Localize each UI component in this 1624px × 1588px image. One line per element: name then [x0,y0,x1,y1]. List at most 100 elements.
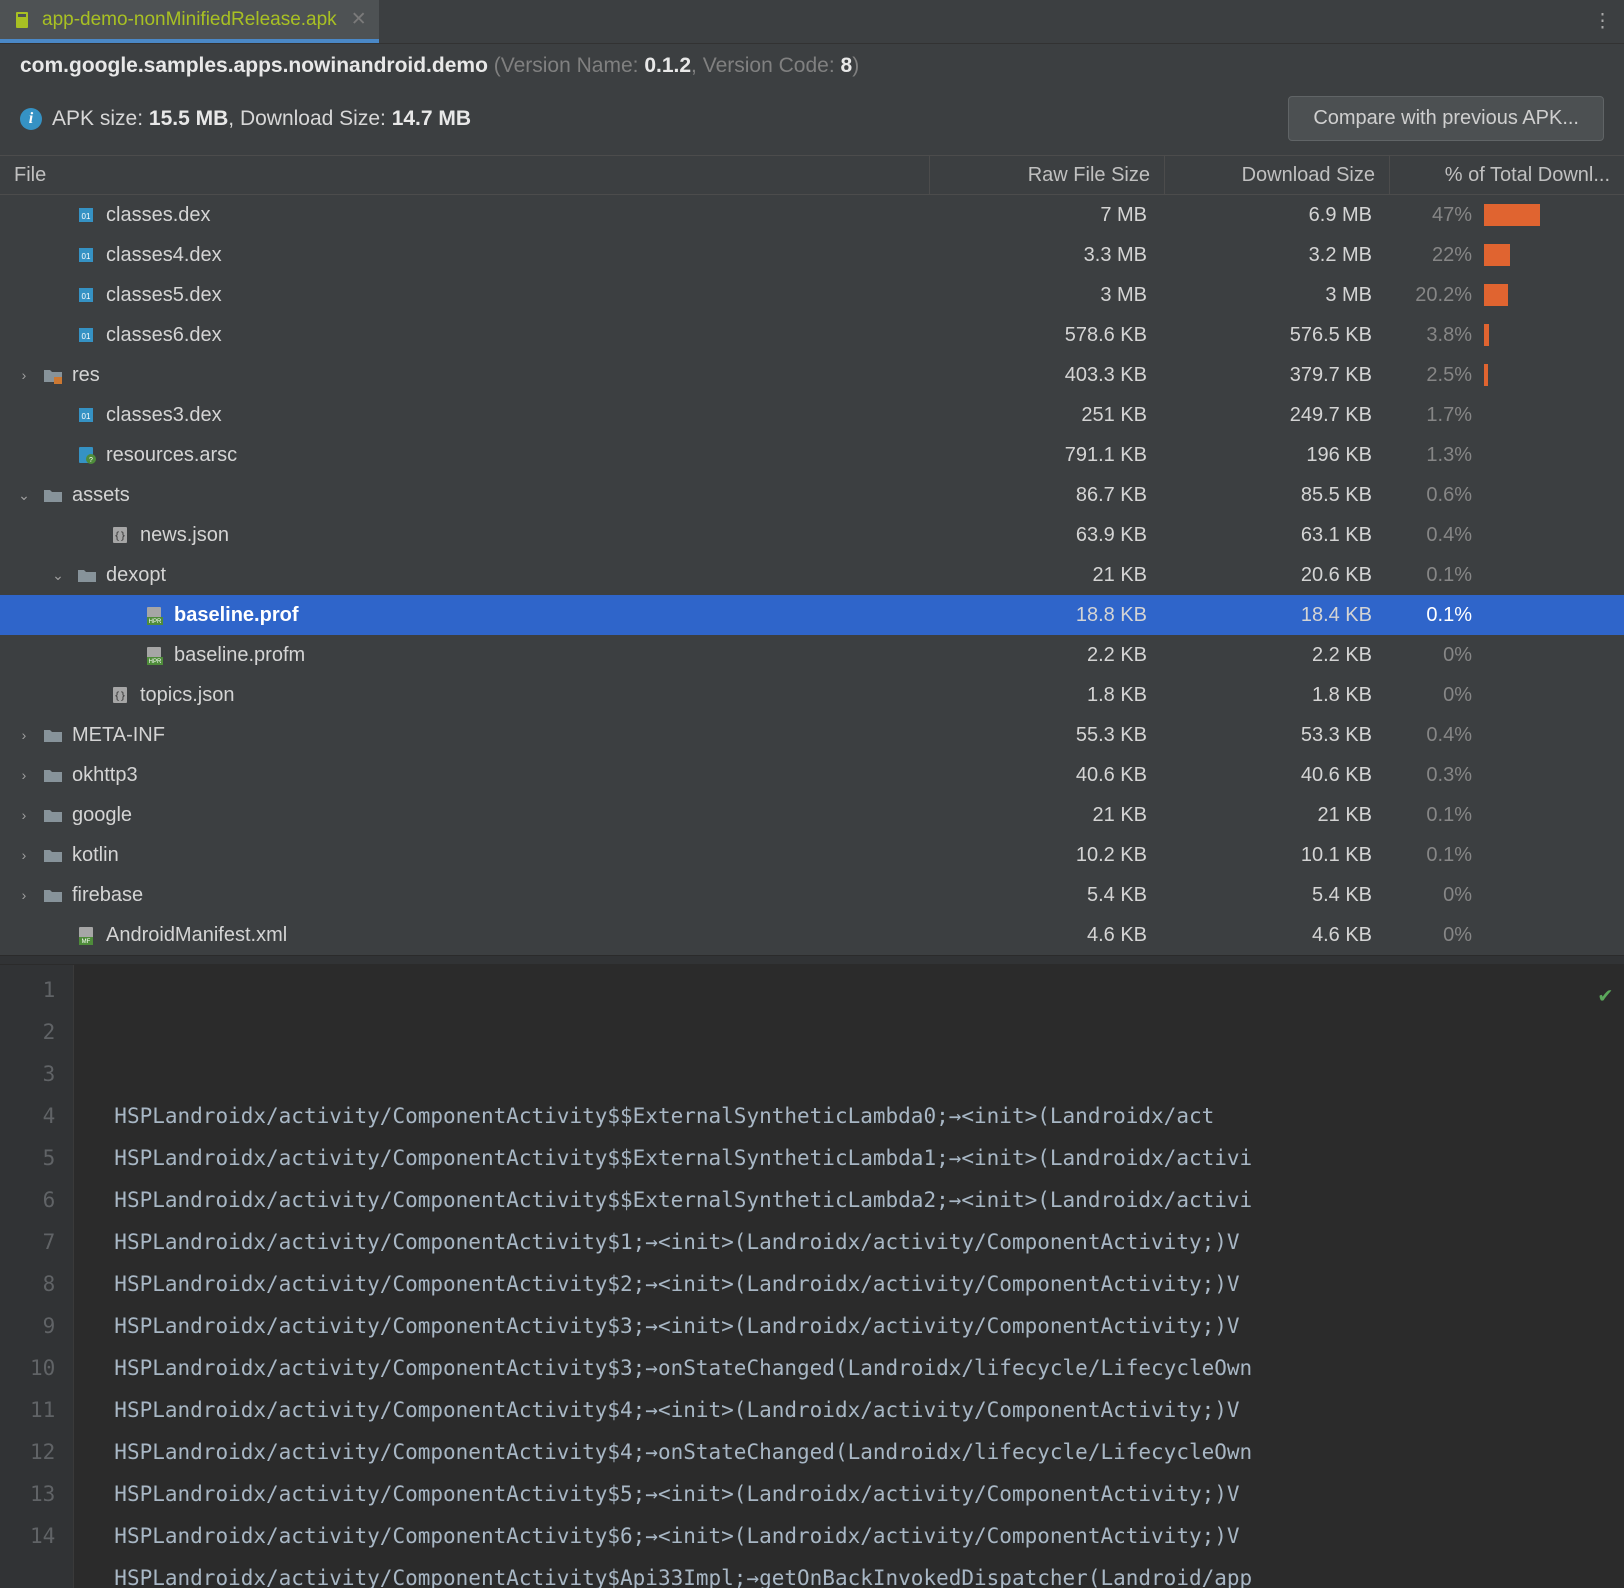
percent: 0.1% [1390,804,1480,827]
file-name: classes4.dex [106,244,222,267]
tree-row[interactable]: 01classes5.dex3 MB3 MB20.2% [0,275,1624,315]
tree-row[interactable]: ?resources.arsc791.1 KB196 KB1.3% [0,435,1624,475]
tree-row[interactable]: HPRbaseline.prof18.8 KB18.4 KB0.1% [0,595,1624,635]
download-size: 3 MB [1165,284,1390,307]
close-icon[interactable]: ✕ [351,8,367,31]
raw-size: 40.6 KB [930,764,1165,787]
line-number: 6 [30,1179,55,1221]
percent: 22% [1390,244,1480,267]
tree-row[interactable]: MFAndroidManifest.xml4.6 KB4.6 KB0% [0,915,1624,955]
svg-text:01: 01 [82,252,91,261]
file-name: META-INF [72,724,165,747]
file-name: assets [72,484,130,507]
tree-row[interactable]: ›google21 KB21 KB0.1% [0,795,1624,835]
percent: 0.1% [1390,844,1480,867]
file-name: classes.dex [106,204,211,227]
compare-apk-button[interactable]: Compare with previous APK... [1288,96,1604,141]
download-size: 18.4 KB [1165,604,1390,627]
line-number: 4 [30,1095,55,1137]
percent: 0.1% [1390,604,1480,627]
download-size: 20.6 KB [1165,564,1390,587]
column-download-size[interactable]: Download Size [1165,156,1390,194]
percent: 0.6% [1390,484,1480,507]
download-size: 3.2 MB [1165,244,1390,267]
tree-row[interactable]: ⌄dexopt21 KB20.6 KB0.1% [0,555,1624,595]
folder-icon [42,485,64,505]
raw-size: 86.7 KB [930,484,1165,507]
code-line: HSPLandroidx/activity/ComponentActivity$… [114,1137,1624,1179]
code-line: HSPLandroidx/activity/ComponentActivity$… [114,1473,1624,1515]
percent: 20.2% [1390,284,1480,307]
raw-size: 251 KB [930,404,1165,427]
tab-bar: app-demo-nonMinifiedRelease.apk ✕ ⋮ [0,0,1624,44]
tree-row[interactable]: ›firebase5.4 KB5.4 KB0% [0,875,1624,915]
panel-divider[interactable] [0,955,1624,965]
column-file[interactable]: File [0,156,930,194]
chevron-down-icon[interactable]: ⌄ [48,567,68,584]
raw-size: 63.9 KB [930,524,1165,547]
svg-text:01: 01 [82,332,91,341]
tree-row[interactable]: ›META-INF55.3 KB53.3 KB0.4% [0,715,1624,755]
column-raw-size[interactable]: Raw File Size [930,156,1165,194]
tree-row[interactable]: 01classes3.dex251 KB249.7 KB1.7% [0,395,1624,435]
kebab-menu-icon[interactable]: ⋮ [1579,10,1624,33]
tree-row[interactable]: {}topics.json1.8 KB1.8 KB0% [0,675,1624,715]
download-size: 5.4 KB [1165,884,1390,907]
tree-row[interactable]: 01classes4.dex3.3 MB3.2 MB22% [0,235,1624,275]
raw-size: 21 KB [930,564,1165,587]
file-name: baseline.prof [174,604,298,627]
chevron-right-icon[interactable]: › [14,727,34,743]
tree-row[interactable]: HPRbaseline.profm2.2 KB2.2 KB0% [0,635,1624,675]
percent: 3.8% [1390,324,1480,347]
chevron-down-icon[interactable]: ⌄ [14,487,34,504]
tree-row[interactable]: ›okhttp340.6 KB40.6 KB0.3% [0,755,1624,795]
line-gutter: 1234567891011121314 [0,965,74,1588]
download-size: 21 KB [1165,804,1390,827]
download-size: 10.1 KB [1165,844,1390,867]
checkmark-icon: ✔ [1599,975,1612,1017]
chevron-right-icon[interactable]: › [14,767,34,783]
tree-row[interactable]: 01classes.dex7 MB6.9 MB47% [0,195,1624,235]
percent: 0.3% [1390,764,1480,787]
code-content[interactable]: ✔ HSPLandroidx/activity/ComponentActivit… [74,965,1624,1588]
folder-icon [42,725,64,745]
tree-row[interactable]: 01classes6.dex578.6 KB576.5 KB3.8% [0,315,1624,355]
file-name: news.json [140,524,229,547]
file-name: okhttp3 [72,764,138,787]
file-name: firebase [72,884,143,907]
svg-text:HPR: HPR [149,659,162,665]
file-name: classes6.dex [106,324,222,347]
editor-tab[interactable]: app-demo-nonMinifiedRelease.apk ✕ [0,0,379,43]
percent-bar-cell [1480,284,1624,306]
code-line: HSPLandroidx/activity/ComponentActivity$… [114,1431,1624,1473]
raw-size: 4.6 KB [930,924,1165,947]
percent: 0.1% [1390,564,1480,587]
percent-bar [1484,364,1488,386]
chevron-right-icon[interactable]: › [14,807,34,823]
code-line: HSPLandroidx/activity/ComponentActivity$… [114,1515,1624,1557]
download-size: 40.6 KB [1165,764,1390,787]
tree-row[interactable]: ›res403.3 KB379.7 KB2.5% [0,355,1624,395]
file-name: kotlin [72,844,119,867]
percent-bar [1484,284,1508,306]
file-name: classes5.dex [106,284,222,307]
percent: 2.5% [1390,364,1480,387]
chevron-right-icon[interactable]: › [14,367,34,383]
raw-size: 1.8 KB [930,684,1165,707]
line-number: 13 [30,1473,55,1515]
tree-row[interactable]: ›kotlin10.2 KB10.1 KB0.1% [0,835,1624,875]
line-number: 9 [30,1305,55,1347]
raw-size: 403.3 KB [930,364,1165,387]
tree-row[interactable]: ⌄assets86.7 KB85.5 KB0.6% [0,475,1624,515]
file-name: classes3.dex [106,404,222,427]
json-icon: {} [110,525,132,545]
chevron-right-icon[interactable]: › [14,847,34,863]
column-percent[interactable]: % of Total Downl... [1390,156,1624,194]
file-name: AndroidManifest.xml [106,924,287,947]
tree-row[interactable]: {}news.json63.9 KB63.1 KB0.4% [0,515,1624,555]
svg-text:{}: {} [114,691,126,702]
raw-size: 18.8 KB [930,604,1165,627]
line-number: 3 [30,1053,55,1095]
percent: 0% [1390,884,1480,907]
chevron-right-icon[interactable]: › [14,887,34,903]
